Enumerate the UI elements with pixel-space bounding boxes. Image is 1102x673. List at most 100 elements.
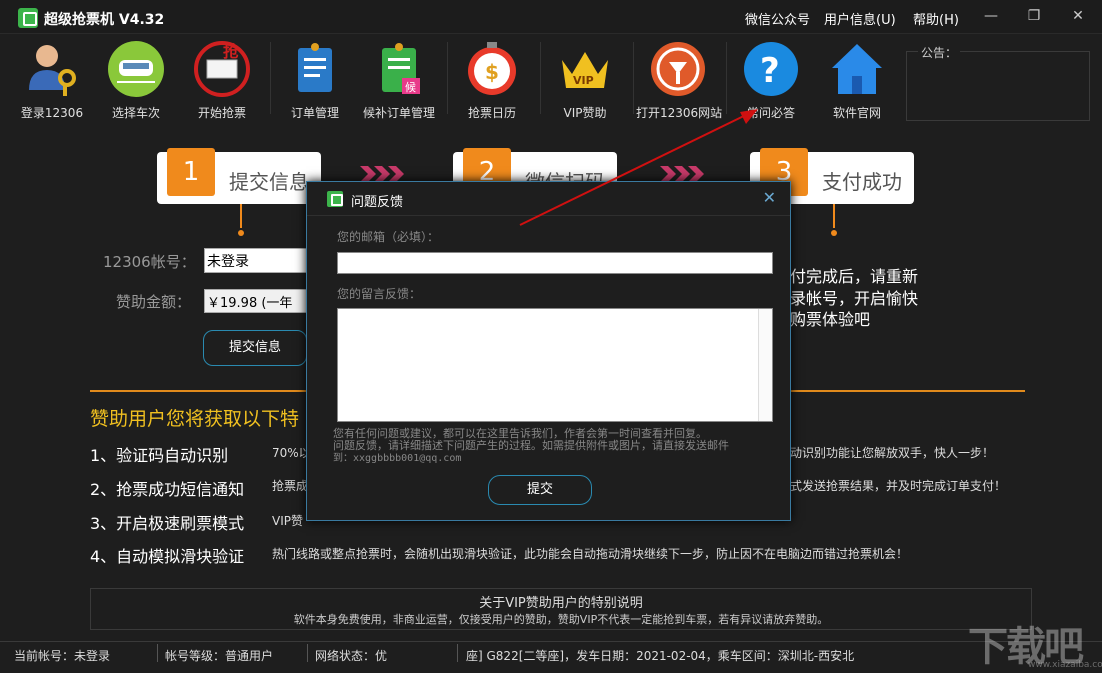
textarea-scrollbar[interactable] [758,309,772,421]
step-text: 提交信息 [229,170,309,194]
benefit-desc-tail: 动识别功能让您解放双手，快人一步！ [790,446,995,460]
promo-text: 付完成后，请重新 [790,267,919,286]
grab-calendar-button[interactable]: $ 抢票日历 [450,38,534,120]
benefit-desc: 70%以 [272,446,311,460]
railway-logo-icon [649,40,707,98]
benefit-desc-tail: 式发送抢票结果，并及时完成订单支付！ [790,479,1007,493]
step-arrow-stripes [660,166,704,182]
benefit-desc: VIP赞 [272,514,303,528]
vip-note-box: 关于VIP赞助用户的特别说明 软件本身免费使用，非商业运营，仅接受用户的赞助，赞… [90,588,1032,630]
toolbar-label: VIP赞助 [563,106,607,120]
feedback-dialog: 问题反馈 ✕ 您的邮箱（必填）： 您的留言反馈： 您有任何问题或建议，都可以在这… [306,181,791,521]
dialog-note-email: 到：xxggbbbb001@qq.com [333,453,462,464]
step-number: 1 [167,148,215,196]
account-field[interactable]: 未登录 [204,248,308,273]
message-label: 您的留言反馈： [337,287,422,301]
email-label: 您的邮箱（必填）： [337,230,440,244]
vip-note-title: 关于VIP赞助用户的特别说明 [479,596,643,611]
waitlist-doc-icon: 候 [370,40,428,98]
toolbar-label: 选择车次 [111,106,160,120]
svg-text:抢: 抢 [223,42,240,61]
dialog-header: 问题反馈 ✕ [307,182,790,216]
notice-box [906,51,1090,121]
notice-label: 公告： [918,44,961,61]
app-title: 超级抢票机 V4.32 [44,12,165,28]
toolbar-label: 打开12306网站 [636,106,723,120]
toolbar-separator [633,42,634,114]
svg-text:候: 候 [405,80,416,94]
benefit-head: 3、开启极速刷票模式 [90,514,245,533]
toolbar-separator [270,42,271,114]
benefit-head: 4、自动模拟滑块验证 [90,547,245,566]
message-textarea[interactable] [337,308,773,422]
vip-crown-icon: VIP [556,40,614,98]
official-site-button[interactable]: 软件官网 [815,38,899,120]
vip-note-desc: 软件本身免费使用，非商业运营，仅接受用户的赞助，赞助VIP不代表一定能抢到车票，… [293,613,829,626]
dialog-title: 问题反馈 [351,195,404,210]
open-12306-button[interactable]: 打开12306网站 [636,38,723,120]
step-pin [833,204,835,228]
toolbar-separator [540,42,541,114]
grab-ticket-icon: 抢 [193,40,251,98]
user-info-menu[interactable]: 用户信息(U) [824,9,896,28]
faq-button[interactable]: ? 常问必答 [729,38,813,120]
status-network: 网络状态：优 [315,649,388,663]
restore-icon[interactable]: ❐ [1023,6,1045,26]
benefit-desc: 热门线路或整点抢票时，会随机出现滑块验证，此功能会自动拖动滑块继续下一步，防止因… [272,547,909,561]
toolbar-label: 开始抢票 [197,106,246,120]
step-arrow-stripes [360,166,404,182]
svg-text:?: ? [760,51,780,91]
dialog-logo-icon [327,191,343,207]
svg-text:VIP: VIP [573,74,594,87]
step-dot [831,230,837,236]
user-key-icon [23,40,81,98]
step-dot [238,230,244,236]
benefit-head: 2、抢票成功短信通知 [90,480,245,499]
status-account: 当前帐号：未登录 [14,649,111,663]
select-train-button[interactable]: 选择车次 [94,38,178,120]
promo-text: 购票体验吧 [790,310,871,329]
home-icon [828,40,886,98]
order-manage-button[interactable]: 订单管理 [273,38,357,120]
toolbar-label: 软件官网 [832,106,881,120]
toolbar-label: 候补订单管理 [362,106,435,120]
toolbar-separator [726,42,727,114]
train-icon [107,40,165,98]
status-separator [457,644,458,662]
dialog-submit-button[interactable]: 提交 [488,475,592,505]
account-label: 12306帐号： [103,253,196,271]
help-menu[interactable]: 帮助(H) [913,9,959,28]
watermark-url: www.xiazaiba.com [1028,660,1102,670]
order-doc-icon [286,40,344,98]
status-separator [307,644,308,662]
waitlist-manage-button[interactable]: 候 候补订单管理 [357,38,441,120]
clock-money-icon: $ [463,40,521,98]
amount-select[interactable]: ￥19.98 (一年 [204,289,308,313]
minimize-icon[interactable]: — [980,6,1002,26]
wechat-account-link[interactable]: 微信公众号 [745,9,810,28]
toolbar-label: 登录12306 [20,106,84,120]
step-text: 支付成功 [822,170,902,194]
help-question-icon: ? [742,40,800,98]
login-12306-button[interactable]: 登录12306 [10,38,94,120]
step-pin [240,204,242,228]
status-separator [157,644,158,662]
app-logo-icon [18,8,38,28]
amount-label: 赞助金额： [116,293,192,311]
status-train-info: 座] G822[二等座]，发车日期：2021-02-04，乘车区间：深圳北-西安… [466,649,855,663]
dialog-close-icon[interactable]: ✕ [763,188,776,207]
status-bar: 当前帐号：未登录 帐号等级：普通用户 网络状态：优 座] G822[二等座]，发… [0,641,1102,673]
toolbar-label: 常问必答 [746,106,795,120]
title-bar: 超级抢票机 V4.32 微信公众号 用户信息(U) 帮助(H) — ❐ ✕ [0,0,1102,34]
start-grab-button[interactable]: 抢 开始抢票 [180,38,264,120]
toolbar-label: 订单管理 [290,106,339,120]
toolbar-separator [447,42,448,114]
status-level: 帐号等级：普通用户 [165,649,274,663]
benefit-desc: 抢票成 [272,479,309,493]
close-icon[interactable]: ✕ [1067,6,1089,26]
email-field[interactable] [337,252,773,274]
benefit-head: 1、验证码自动识别 [90,446,229,465]
step-card-1: 1 提交信息 [157,148,321,204]
vip-sponsor-button[interactable]: VIP VIP赞助 [543,38,627,120]
submit-info-button[interactable]: 提交信息 [203,330,307,366]
